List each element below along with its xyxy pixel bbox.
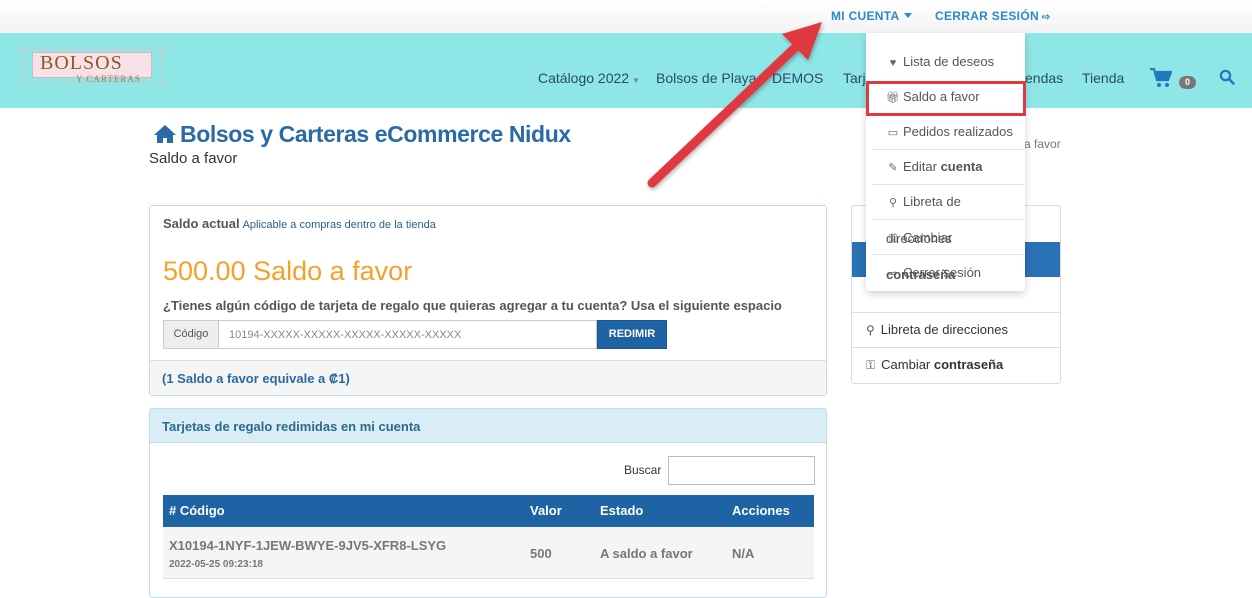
nav-item-demos[interactable]: DEMOS — [772, 70, 823, 86]
nav-item-bolsos-playa[interactable]: Bolsos de Playa — [656, 70, 756, 86]
dropdown-item-label: Lista de deseos — [903, 54, 995, 69]
logo-text-main: BOLSOS — [40, 52, 123, 74]
giftcard-code-input[interactable] — [219, 320, 597, 349]
page-title: Bolsos y Carteras eCommerce Nidux — [153, 121, 571, 148]
nav-item-tiendas[interactable]: endas — [1025, 70, 1063, 86]
balance-heading-text: Saldo actual — [163, 216, 240, 231]
nav-item-label: Tienda — [1082, 70, 1125, 86]
key-icon: ⚿ — [888, 233, 898, 245]
sidebar-item-label: Libreta de direcciones — [880, 322, 1008, 337]
dropdown-item-edit-account[interactable]: ✎ Editar cuenta — [872, 149, 1025, 184]
sidebar-item-label-bold: contraseña — [933, 357, 1004, 372]
nav-item-label: Catálogo 2022 — [538, 70, 630, 86]
logout-label: CERRAR SESIÓN — [935, 9, 1039, 23]
map-marker-icon: ⚲ — [866, 323, 875, 337]
search-icon[interactable] — [1219, 69, 1237, 87]
giftcard-code: X10194-1NYF-1JEW-BWYE-9JV5-XFR8-LSYG — [169, 538, 447, 553]
top-bar: MI CUENTA CERRAR SESIÓN ⇨ — [0, 0, 1252, 33]
table-header: # Código Valor Estado Acciones — [163, 495, 814, 527]
chevron-down-icon: ▼ — [632, 76, 640, 85]
sidebar-behind-text: a favor — [1024, 137, 1061, 151]
giftcards-heading: Tarjetas de regalo redimidas en mi cuent… — [150, 409, 826, 443]
dropdown-item-label: Cerrar sesión — [903, 265, 982, 280]
account-dropdown-menu: ♥ Lista de deseos 🎁︎ Saldo a favor ▭ Pedido… — [866, 33, 1025, 291]
pencil-icon: ✎ — [888, 162, 898, 174]
dropdown-item-change-password[interactable]: ⚿ Cambiar contraseña — [872, 220, 1025, 282]
giftcards-heading-text: Tarjetas de regalo redimidas en mi cuent… — [162, 419, 421, 434]
page-title-text: Bolsos y Carteras eCommerce Nidux — [180, 121, 571, 147]
my-account-label: MI CUENTA — [831, 9, 900, 23]
nav-item-label: Bolsos de Playa — [656, 70, 757, 86]
column-header[interactable]: Estado — [600, 503, 643, 518]
dropdown-item-logout[interactable]: ⇨ Cerrar sesión — [872, 255, 1025, 290]
balance-heading-note: Aplicable a compras dentro de la tienda — [242, 219, 436, 231]
heart-icon: ♥ — [889, 57, 897, 69]
caret-down-icon — [904, 13, 913, 18]
page-subtitle: Saldo a favor — [149, 150, 238, 167]
nav-item-label: Tarj — [843, 70, 866, 86]
sidebar-item-label: Cambiar — [881, 357, 934, 372]
giftcard-date: 2022-05-25 09:23:18 — [169, 559, 263, 570]
main-navbar: BOLSOS Y CARTERAS Catálogo 2022 ▼ Bolsos … — [0, 33, 1252, 108]
inbox-icon: ▭ — [887, 127, 899, 139]
nav-item-label: endas — [1025, 70, 1064, 86]
balance-panel: Saldo actual Aplicable a compras dentro d… — [149, 205, 827, 396]
dropdown-item-label: Editar — [903, 159, 941, 174]
table-search-label: Buscar — [624, 463, 662, 477]
column-header[interactable]: Valor — [530, 503, 562, 518]
home-icon — [154, 125, 176, 143]
giftcard-status: A saldo a favor — [600, 546, 693, 561]
key-icon: ⚿ — [866, 358, 876, 372]
map-marker-icon: ⚲ — [888, 197, 898, 209]
dropdown-item-orders[interactable]: ▭ Pedidos realizados — [872, 114, 1025, 149]
code-label: Código — [163, 320, 219, 349]
dropdown-item-label-bold: cuenta — [940, 159, 983, 174]
logo-text-sub: Y CARTERAS — [76, 74, 141, 84]
table-row: X10194-1NYF-1JEW-BWYE-9JV5-XFR8-LSYG 202… — [163, 527, 814, 579]
sign-out-icon: ⇨ — [1041, 12, 1051, 23]
dropdown-item-addresses[interactable]: ⚲ Libreta de direcciones — [872, 184, 1025, 246]
logo-line — [12, 48, 170, 49]
column-header[interactable]: Acciones — [732, 503, 790, 518]
nav-item-tarjetas[interactable]: Tarj — [843, 70, 866, 86]
nav-item-label: DEMOS — [772, 70, 824, 86]
nav-item-tienda[interactable]: Tienda — [1082, 70, 1124, 86]
shopping-cart-icon[interactable] — [1150, 67, 1173, 94]
giftcard-question: ¿Tienes algún código de tarjeta de regal… — [163, 298, 782, 313]
nav-item-catalogo[interactable]: Catálogo 2022 ▼ — [538, 70, 640, 86]
balance-heading: Saldo actual Aplicable a compras dentro d… — [163, 216, 436, 231]
my-account-menu[interactable]: MI CUENTA — [831, 9, 913, 23]
balance-amount: 500.00 Saldo a favor — [163, 256, 413, 286]
column-header[interactable]: # Código — [169, 503, 225, 518]
dropdown-item-label: Pedidos realizados — [903, 124, 1013, 139]
table-search-input[interactable] — [668, 456, 815, 485]
giftcard-actions: N/A — [732, 546, 755, 561]
logo-line — [22, 44, 23, 86]
dropdown-item-wishlist[interactable]: ♥ Lista de deseos — [872, 44, 1025, 79]
logo-line — [160, 46, 161, 86]
balance-footer: (1 Saldo a favor equivale a ₡1) — [150, 360, 826, 395]
annotation-highlight-box — [866, 81, 1026, 116]
sidebar-item-addresses[interactable]: ⚲ Libreta de direcciones — [852, 312, 1060, 347]
redeem-button[interactable]: REDIMIR — [597, 320, 667, 349]
cart-count-badge: 0 — [1179, 76, 1196, 89]
sign-out-icon: ⇨ — [888, 268, 898, 280]
store-logo[interactable]: BOLSOS Y CARTERAS — [12, 44, 170, 86]
sidebar-item-change-password[interactable]: ⚿ Cambiar contraseña — [852, 347, 1060, 382]
logout-link[interactable]: CERRAR SESIÓN ⇨ — [935, 9, 1051, 23]
giftcards-panel: Tarjetas de regalo redimidas en mi cuent… — [149, 408, 827, 598]
giftcard-value: 500 — [530, 546, 552, 561]
dropdown-item-label: Cambiar — [903, 230, 953, 245]
balance-footer-text: (1 Saldo a favor equivale a ₡1) — [162, 371, 350, 386]
